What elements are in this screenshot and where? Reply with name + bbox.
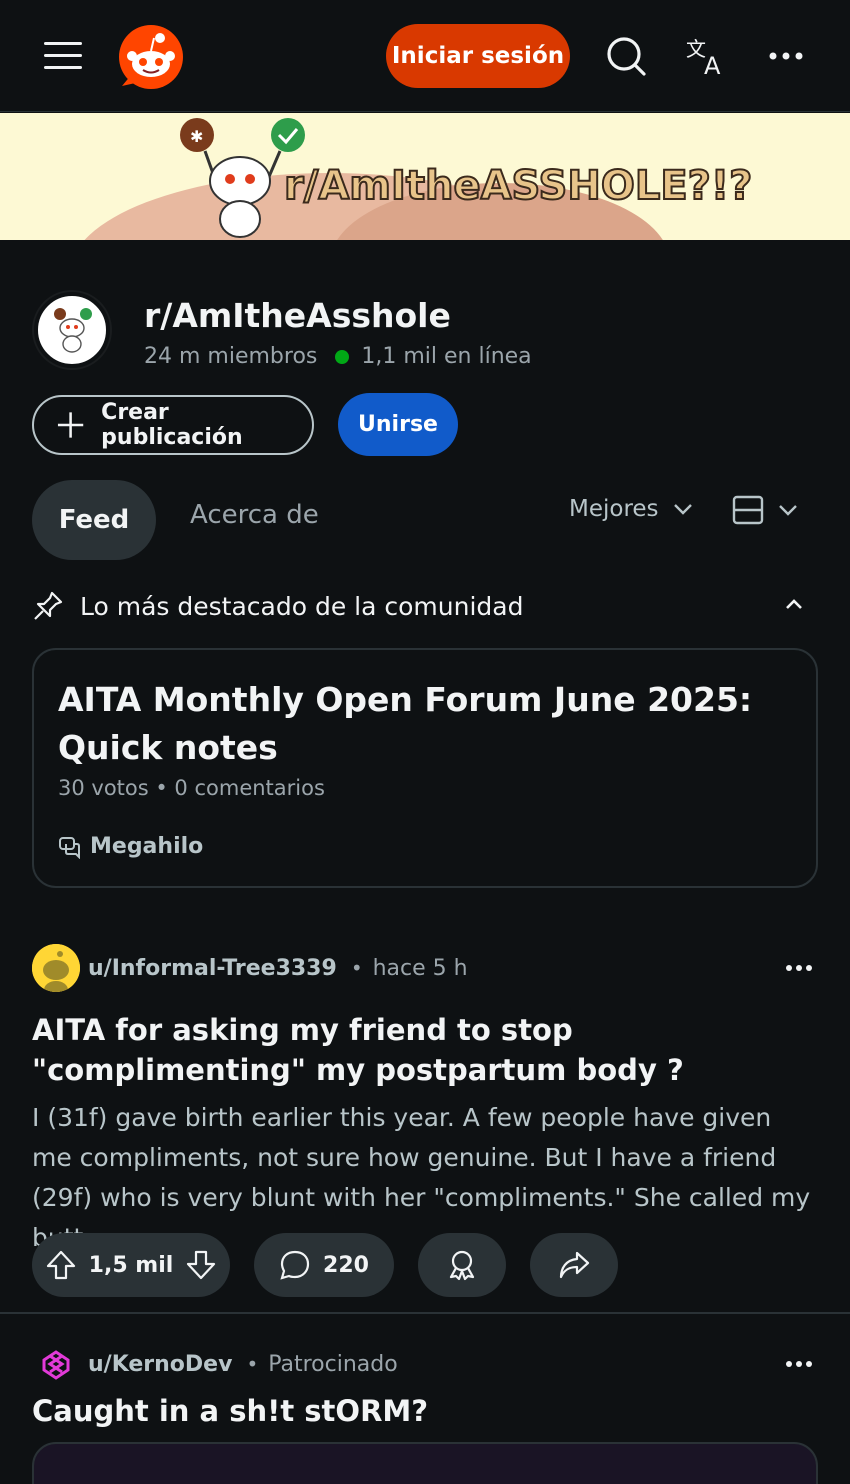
sort-dropdown[interactable]: Mejores: [569, 496, 693, 522]
highlight-title: AITA Monthly Open Forum June 2025: Quick…: [58, 680, 753, 767]
vote-count: 1,5 mil: [88, 1252, 174, 1278]
menu-icon[interactable]: [44, 40, 84, 72]
snoo-judge-icon: [54, 308, 92, 353]
post-time: hace 5 h: [372, 955, 468, 981]
banner-title: r/AmItheASSHOLE?!?: [284, 163, 752, 209]
tab-feed[interactable]: Feed: [32, 480, 156, 560]
comment-count: 220: [323, 1252, 369, 1278]
search-icon[interactable]: [604, 34, 648, 78]
chevron-down-icon: [779, 505, 797, 516]
card-view-icon: [732, 495, 764, 525]
share-button[interactable]: [530, 1233, 618, 1297]
community-name[interactable]: r/AmItheAsshole: [144, 296, 451, 335]
comments-button[interactable]: 220: [254, 1233, 394, 1297]
reddit-logo-icon[interactable]: [118, 24, 184, 90]
megathread-label: Megahilo: [90, 834, 204, 859]
highlights-title: Lo más destacado de la comunidad: [80, 591, 524, 621]
create-post-label: Crear publicación: [101, 400, 243, 450]
megathread-tag: Megahilo: [58, 834, 203, 859]
comment-icon: [280, 1250, 310, 1280]
join-button[interactable]: Unirse: [338, 393, 458, 456]
login-button[interactable]: Iniciar sesión: [386, 24, 570, 88]
sponsored-title[interactable]: Caught in a sh!t stORM?: [32, 1394, 428, 1428]
highlight-card[interactable]: AITA Monthly Open Forum June 2025: Quick…: [32, 648, 818, 888]
meta-separator: •: [246, 1352, 259, 1376]
megathread-icon: [59, 836, 80, 859]
sponsored-media[interactable]: [32, 1442, 818, 1484]
create-post-button[interactable]: Crear publicación: [32, 395, 314, 455]
feed-divider: [0, 1312, 850, 1314]
member-count: 24 m miembros: [144, 344, 318, 369]
pin-icon: [34, 591, 63, 620]
upvote-icon[interactable]: [45, 1249, 77, 1281]
svg-text:✱: ✱: [190, 127, 203, 146]
sponsor-author[interactable]: u/KernoDev: [88, 1352, 232, 1377]
community-banner: ✱ r/AmItheASSHOLE?!?: [0, 113, 850, 240]
banner-image: ✱ r/AmItheASSHOLE?!?: [84, 118, 753, 240]
view-dropdown[interactable]: [732, 494, 798, 526]
post-title[interactable]: AITA for asking my friend to stop "compl…: [32, 1010, 818, 1090]
community-highlights-header[interactable]: Lo más destacado de la comunidad: [32, 590, 818, 622]
chevron-down-icon: [673, 504, 692, 515]
snoo-avatar-icon: [32, 944, 80, 992]
award-icon: [449, 1250, 475, 1281]
community-stats: 24 m miembros 1,1 mil en línea: [144, 344, 532, 369]
plus-icon: [57, 412, 84, 438]
award-button[interactable]: [418, 1233, 506, 1297]
vote-control: 1,5 mil: [32, 1233, 230, 1297]
online-indicator-icon: [335, 349, 350, 364]
kerno-logo-icon[interactable]: [32, 1340, 80, 1388]
share-icon: [559, 1251, 590, 1279]
sponsored-more-icon[interactable]: [784, 1352, 814, 1376]
top-bar: Iniciar sesión 文 A: [0, 0, 850, 112]
post-more-icon[interactable]: [784, 956, 814, 980]
highlight-meta: 30 votos • 0 comentarios: [58, 776, 325, 800]
more-options-icon[interactable]: [764, 34, 808, 78]
post-header: u/Informal-Tree3339 • hace 5 h: [32, 944, 818, 992]
online-count: 1,1 mil en línea: [361, 344, 532, 369]
tab-about[interactable]: Acerca de: [190, 500, 319, 530]
svg-text:文: 文: [686, 37, 706, 61]
downvote-icon[interactable]: [185, 1249, 217, 1281]
meta-separator: •: [350, 956, 363, 980]
avatar[interactable]: [32, 944, 80, 992]
svg-text:A: A: [704, 52, 721, 78]
post-author[interactable]: u/Informal-Tree3339: [88, 956, 337, 981]
sponsored-label: Patrocinado: [268, 1351, 398, 1377]
community-avatar[interactable]: [34, 292, 110, 368]
chevron-up-icon[interactable]: [784, 598, 804, 610]
sponsored-header: u/KernoDev • Patrocinado: [32, 1340, 818, 1388]
sort-label: Mejores: [569, 496, 659, 522]
translate-icon[interactable]: 文 A: [684, 34, 728, 78]
